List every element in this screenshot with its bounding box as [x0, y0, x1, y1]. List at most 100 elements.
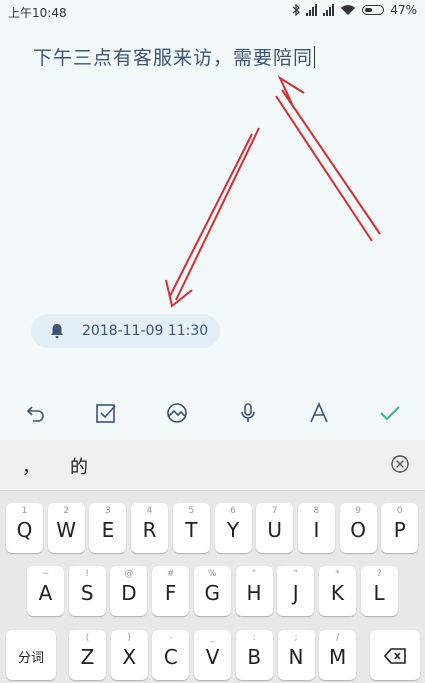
checkbox-icon — [96, 404, 116, 423]
key-i[interactable]: 8I — [297, 503, 335, 553]
key-a-label: A — [38, 581, 53, 605]
key-w-label: W — [56, 518, 77, 542]
key-t[interactable]: 5T — [172, 503, 210, 553]
key-z-label: Z — [80, 645, 95, 669]
key-y-sub: 6 — [230, 506, 236, 516]
key-t-sub: 5 — [188, 506, 195, 516]
key-backspace[interactable] — [370, 630, 420, 680]
key-p-label: P — [393, 518, 406, 542]
key-j-sub: " — [293, 569, 298, 579]
key-e-label: E — [101, 518, 115, 542]
key-x[interactable]: ) X — [110, 630, 148, 680]
bluetooth-icon — [292, 4, 301, 16]
editor-toolbar — [0, 393, 425, 433]
annotation-arrow-up — [275, 75, 381, 242]
key-g-label: G — [204, 581, 221, 605]
battery-percent: 47% — [390, 3, 417, 17]
key-d-label: D — [121, 581, 137, 605]
annotation-arrow-down — [165, 127, 260, 308]
key-z-sub: ( — [85, 633, 90, 643]
bell-icon — [51, 324, 63, 338]
note-text[interactable]: 下午三点有客服来访，需要陪同 — [33, 43, 316, 70]
key-c-sub: - — [169, 633, 173, 643]
key-n-label: N — [288, 645, 304, 669]
key-a[interactable]: ~ A — [27, 566, 64, 616]
key-r-sub: 4 — [146, 506, 153, 516]
image-icon — [167, 403, 187, 423]
key-s[interactable]: ! S — [68, 566, 106, 616]
key-o-sub: 9 — [355, 506, 361, 516]
key-c[interactable]: -C — [152, 630, 190, 680]
font-button[interactable] — [305, 399, 333, 427]
candidate-de[interactable]: 的 — [70, 453, 88, 479]
key-m-sub: / — [336, 633, 340, 643]
key-b[interactable]: :B — [235, 630, 273, 680]
key-i-label: I — [313, 518, 320, 542]
key-w-sub: 2 — [63, 506, 70, 516]
key-c-label: C — [163, 645, 178, 669]
candidate-bar: ， 的 — [0, 440, 425, 491]
voice-button[interactable] — [234, 399, 262, 427]
key-q-label: Q — [16, 518, 33, 542]
key-w[interactable]: 2W — [47, 503, 85, 553]
key-n[interactable]: ; N — [277, 630, 315, 680]
key-fenci[interactable]: 分词 — [6, 630, 56, 680]
key-p[interactable]: 0P — [381, 503, 419, 553]
key-f-sub: # — [166, 569, 175, 579]
key-v[interactable]: _ V — [194, 630, 232, 680]
status-time: 上午10:48 — [8, 6, 67, 20]
check-icon — [380, 406, 400, 421]
key-j[interactable]: " J — [277, 566, 315, 616]
backspace-icon — [383, 648, 406, 664]
key-l-label: L — [373, 581, 385, 605]
key-x-label: X — [122, 645, 137, 669]
image-button[interactable] — [163, 399, 191, 427]
undo-icon — [26, 406, 44, 422]
mic-icon — [241, 403, 255, 422]
key-o-label: O — [350, 518, 366, 542]
key-u[interactable]: 7U — [256, 503, 294, 553]
key-k[interactable]: * K — [318, 566, 356, 616]
key-e[interactable]: 3E — [89, 503, 127, 553]
undo-button[interactable] — [22, 399, 50, 427]
key-b-sub: : — [252, 633, 256, 643]
done-button[interactable] — [376, 399, 404, 427]
battery-icon — [362, 5, 385, 15]
status-bar: 上午10:48 47% — [0, 0, 425, 24]
reminder-datetime: 2018-11-09 11:30 — [82, 323, 209, 339]
font-icon — [310, 402, 328, 423]
key-r-label: R — [142, 518, 157, 542]
key-r[interactable]: 4R — [131, 503, 169, 553]
key-z[interactable]: (Z — [69, 630, 106, 680]
key-v-sub: _ — [210, 633, 215, 643]
close-candidates-icon[interactable] — [391, 455, 409, 473]
signal-icon-2 — [323, 4, 335, 16]
key-u-label: U — [267, 518, 282, 542]
key-q-sub: 1 — [21, 506, 28, 516]
key-m-label: M — [329, 645, 347, 669]
key-p-sub: 0 — [396, 506, 403, 516]
key-k-sub: * — [335, 569, 340, 579]
key-l[interactable]: ? L — [360, 566, 398, 616]
key-h[interactable]: " H — [235, 566, 273, 616]
key-y[interactable]: 6Y — [214, 503, 252, 553]
candidate-comma[interactable]: ， — [22, 453, 40, 479]
key-v-label: V — [205, 645, 220, 669]
key-f-label: F — [164, 581, 177, 605]
key-s-sub: ! — [85, 569, 89, 579]
key-g[interactable]: % G — [193, 566, 231, 616]
reminder-chip[interactable]: 2018-11-09 11:30 — [31, 314, 220, 348]
key-e-sub: 3 — [105, 506, 111, 516]
key-n-sub: ; — [294, 633, 298, 643]
checklist-button[interactable] — [92, 399, 120, 427]
key-y-label: Y — [226, 518, 240, 542]
wifi-icon — [341, 5, 356, 15]
key-q[interactable]: 1Q — [6, 503, 43, 553]
key-f[interactable]: # F — [152, 566, 190, 616]
key-l-sub: ? — [376, 569, 382, 579]
key-b-label: B — [247, 645, 262, 669]
key-o[interactable]: 9O — [339, 503, 377, 553]
key-d[interactable]: @ D — [110, 566, 148, 616]
key-t-label: T — [185, 518, 198, 542]
key-m[interactable]: / M — [319, 630, 357, 680]
